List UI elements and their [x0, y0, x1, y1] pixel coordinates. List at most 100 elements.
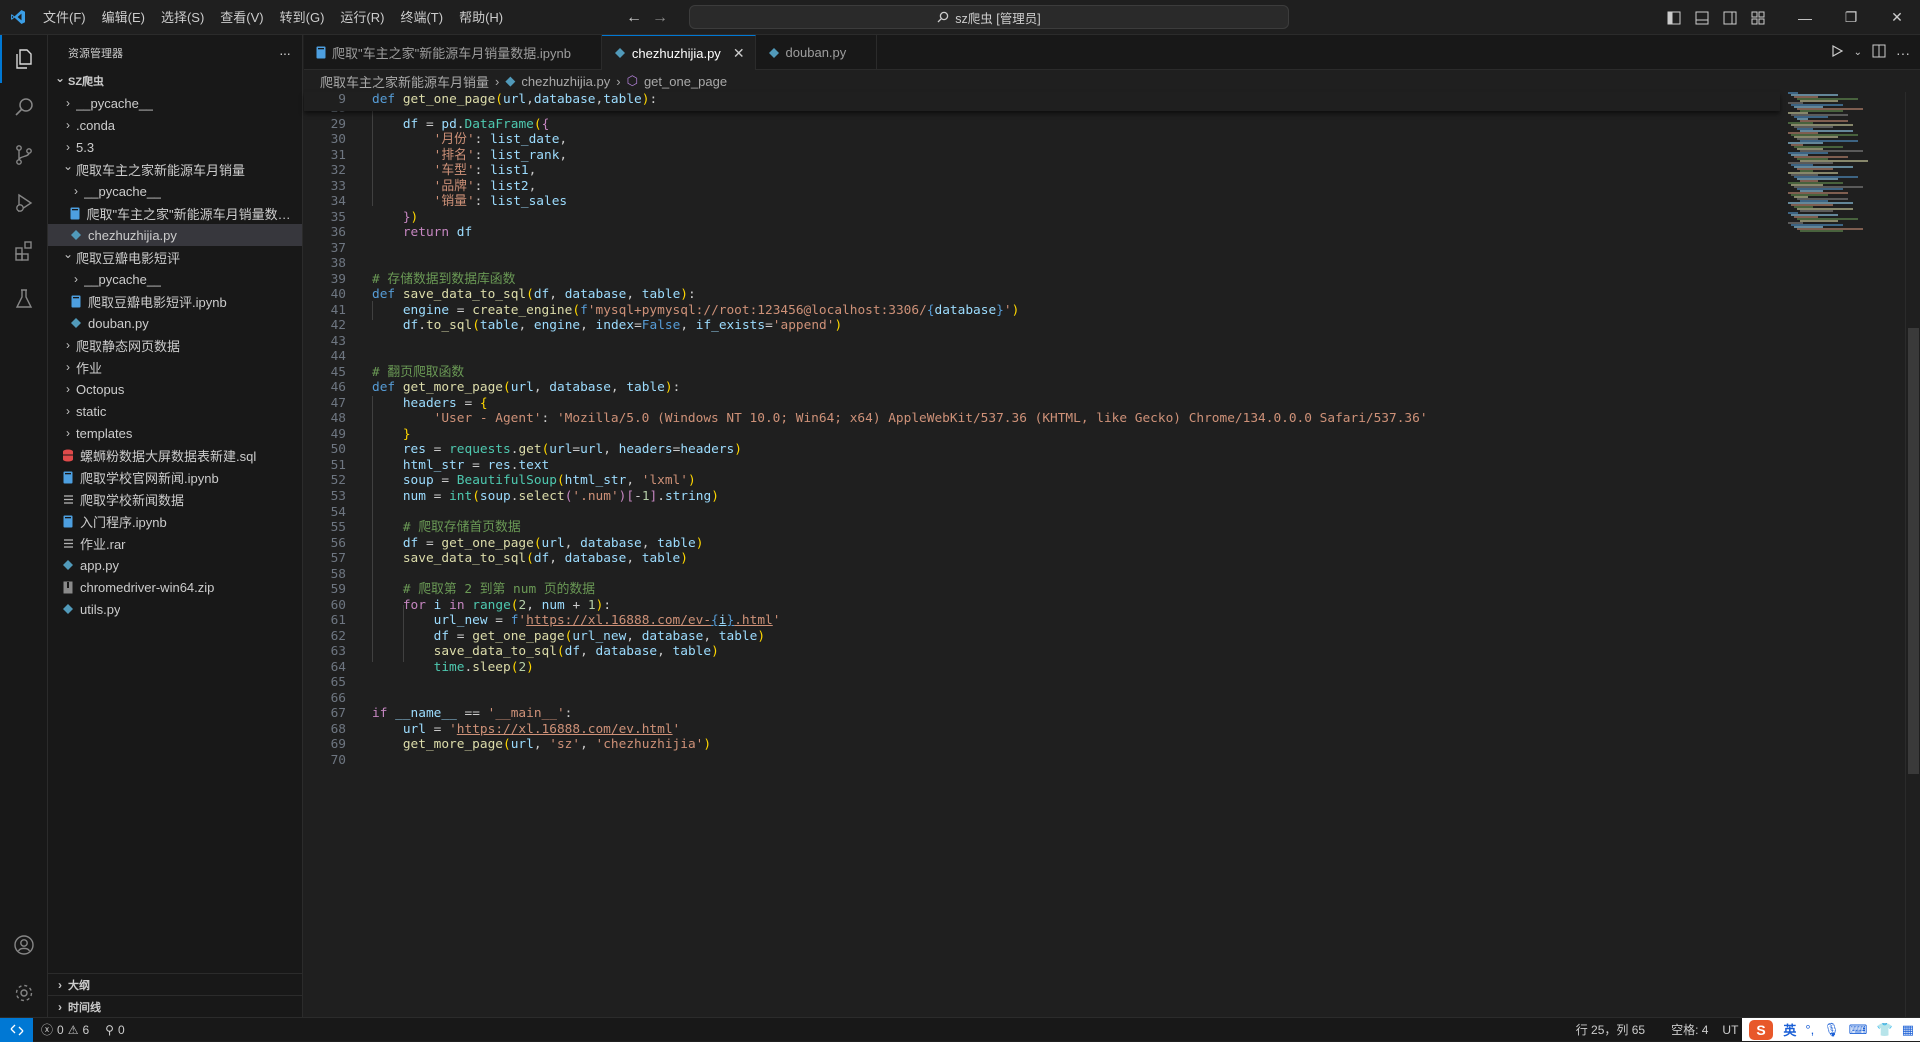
ime-toolbar[interactable]: S 英 °, 🎙 ⌨ 👕 ▦	[1742, 1018, 1920, 1041]
ports-icon: ⚲	[105, 1022, 114, 1037]
tree-folder[interactable]: › 爬取静态网页数据	[48, 334, 302, 356]
source-control-icon[interactable]	[0, 131, 48, 179]
more-editor-actions-icon[interactable]: ···	[1896, 45, 1910, 61]
breadcrumb-folder[interactable]: 爬取车主之家新能源车月销量	[320, 72, 489, 91]
tree-item-label: __pycache__	[84, 183, 162, 199]
tree-folder[interactable]: ⌄ 爬取车主之家新能源车月销量	[48, 158, 302, 180]
tree-folder[interactable]: › .conda	[48, 114, 302, 136]
tree-file[interactable]: 爬取"车主之家"新能源车月销量数据.ipynb	[48, 202, 302, 224]
chevron-right-icon: ›	[66, 382, 70, 396]
run-dropdown-chevron-icon[interactable]: ⌄	[1854, 47, 1862, 58]
tree-folder[interactable]: › Octopus	[48, 378, 302, 400]
menu-item[interactable]: 终端(T)	[392, 0, 451, 35]
keyboard-icon[interactable]: ⌨	[1849, 1022, 1868, 1038]
line-number: 9	[338, 92, 346, 107]
tree-item-label: douban.py	[88, 315, 149, 331]
tree-folder[interactable]: › __pycache__	[48, 180, 302, 202]
tree-folder[interactable]: › 作业	[48, 356, 302, 378]
accounts-icon[interactable]	[0, 921, 48, 969]
tree-file[interactable]: utils.py	[48, 598, 302, 620]
cursor-position[interactable]: 行 25，列 65	[1568, 1021, 1663, 1038]
menu-item[interactable]: 编辑(E)	[94, 0, 153, 35]
settings-gear-icon[interactable]	[0, 969, 48, 1017]
split-editor-icon[interactable]	[1872, 44, 1886, 61]
run-debug-icon[interactable]	[0, 179, 48, 227]
tree-file[interactable]: chromedriver-win64.zip	[48, 576, 302, 598]
text-file-icon	[60, 538, 76, 549]
more-actions-icon[interactable]: ···	[279, 45, 291, 61]
tree-file[interactable]: 爬取学校新闻数据	[48, 488, 302, 510]
tree-file[interactable]: app.py	[48, 554, 302, 576]
menu-item[interactable]: 转到(G)	[272, 0, 333, 35]
editor-tab[interactable]: chezhuzhijia.py ✕	[601, 35, 756, 70]
tree-item-label: 入门程序.ipynb	[80, 514, 167, 530]
chevron-right-icon: ›	[495, 73, 500, 89]
toggle-primary-sidebar-icon[interactable]	[1660, 0, 1688, 35]
menu-item[interactable]: 运行(R)	[332, 0, 392, 35]
code-editor[interactable]: 9 def get_one_page(url,database,table): …	[304, 92, 1780, 1017]
minimize-icon[interactable]: —	[1782, 0, 1828, 35]
tree-file[interactable]: 作业.rar	[48, 532, 302, 554]
tree-item-label: utils.py	[80, 601, 121, 617]
activity-bar	[0, 35, 48, 1017]
chevron-right-icon: ›	[66, 426, 70, 440]
menu-item[interactable]: 选择(S)	[153, 0, 212, 35]
editor-tab[interactable]: douban.py	[756, 35, 878, 70]
editor-tab[interactable]: 爬取"车主之家"新能源车月销量数据.ipynb	[304, 35, 602, 70]
sticky-scroll-line[interactable]: 9 def get_one_page(url,database,table):	[304, 92, 1780, 111]
run-python-file-icon[interactable]	[1830, 44, 1844, 61]
indentation-setting[interactable]: 空格: 4	[1663, 1021, 1718, 1038]
extensions-icon[interactable]	[0, 227, 48, 275]
minimap[interactable]	[1780, 92, 1905, 1017]
encoding-setting[interactable]: UT	[1718, 1023, 1742, 1037]
close-tab-icon[interactable]: ✕	[733, 45, 745, 62]
tree-folder[interactable]: › static	[48, 400, 302, 422]
tree-file[interactable]: 入门程序.ipynb	[48, 510, 302, 532]
tree-folder[interactable]: ⌄ 爬取豆瓣电影短评	[48, 246, 302, 268]
command-center-search[interactable]: sz爬虫 [管理员]	[689, 5, 1289, 29]
search-activity-icon[interactable]	[0, 83, 48, 131]
tree-file[interactable]: chezhuzhijia.py	[48, 224, 302, 246]
breadcrumb-file[interactable]: chezhuzhijia.py	[521, 74, 610, 89]
close-window-icon[interactable]: ✕	[1874, 0, 1920, 35]
code-line[interactable]: 70	[304, 751, 1780, 770]
menu-item[interactable]: 查看(V)	[212, 0, 271, 35]
tree-file[interactable]: 爬取学校官网新闻.ipynb	[48, 466, 302, 488]
customize-layout-icon[interactable]	[1744, 0, 1772, 35]
menu-item[interactable]: 帮助(H)	[451, 0, 511, 35]
problems-indicator[interactable]: ⓧ 0 ⚠ 6	[33, 1021, 97, 1038]
navigation-arrows: ← →	[626, 0, 668, 35]
toggle-secondary-sidebar-icon[interactable]	[1716, 0, 1744, 35]
breadcrumb-symbol[interactable]: get_one_page	[644, 74, 727, 89]
microphone-icon[interactable]: 🎙	[1823, 1022, 1840, 1038]
toolbox-grid-icon[interactable]: ▦	[1902, 1022, 1914, 1038]
tree-folder[interactable]: ⌄ SZ爬虫	[48, 70, 302, 92]
remote-indicator-icon[interactable]	[0, 1017, 33, 1042]
toggle-panel-icon[interactable]	[1688, 0, 1716, 35]
explorer-header: 资源管理器 ···	[48, 35, 302, 70]
ports-indicator[interactable]: ⚲ 0	[97, 1023, 132, 1037]
tree-folder[interactable]: › __pycache__	[48, 268, 302, 290]
tree-folder[interactable]: › templates	[48, 422, 302, 444]
vertical-scrollbar[interactable]	[1905, 92, 1920, 1017]
tree-file[interactable]: 螺蛳粉数据大屏数据表新建.sql	[48, 444, 302, 466]
restore-icon[interactable]: ❐	[1828, 0, 1874, 35]
tree-folder[interactable]: › 5.3	[48, 136, 302, 158]
scroll-thumb[interactable]	[1908, 328, 1919, 774]
notebook-file-icon	[316, 46, 326, 59]
tree-item-label: 作业	[76, 360, 103, 376]
ime-language-toggle[interactable]: 英	[1783, 1020, 1796, 1039]
punctuation-icon[interactable]: °,	[1805, 1022, 1814, 1037]
tree-file[interactable]: 爬取豆瓣电影短评.ipynb	[48, 290, 302, 312]
tree-file[interactable]: douban.py	[48, 312, 302, 334]
skin-icon[interactable]: 👕	[1877, 1022, 1893, 1038]
testing-flask-icon[interactable]	[0, 275, 48, 323]
tree-item-label: 作业.rar	[80, 536, 126, 552]
explorer-icon[interactable]	[0, 35, 48, 83]
outline-section[interactable]: › 大纲	[48, 973, 302, 995]
timeline-section[interactable]: › 时间线	[48, 995, 302, 1017]
menu-item[interactable]: 文件(F)	[35, 0, 94, 35]
back-arrow-icon[interactable]: ←	[626, 9, 642, 27]
forward-arrow-icon[interactable]: →	[652, 9, 668, 27]
tree-folder[interactable]: › __pycache__	[48, 92, 302, 114]
